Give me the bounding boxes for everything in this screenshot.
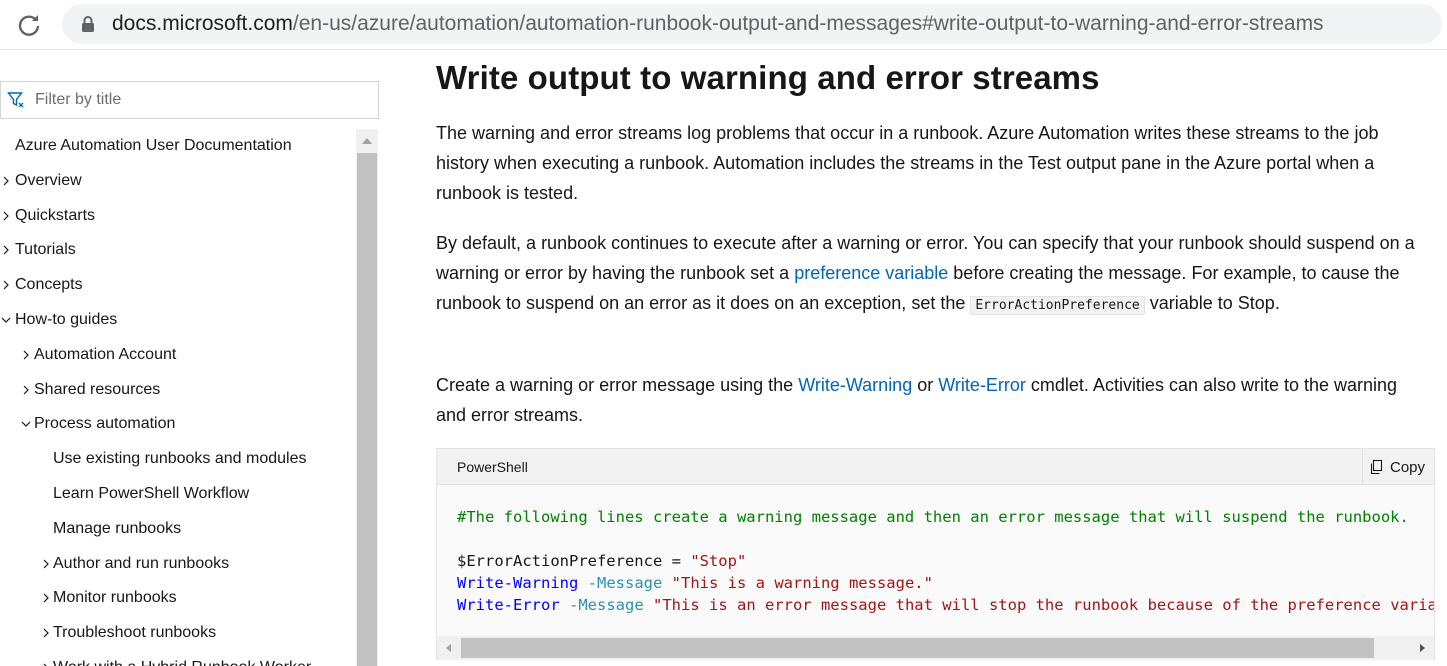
chevron-down-icon[interactable]: [20, 407, 32, 441]
toc-item-label: Shared resources: [34, 380, 161, 398]
scroll-left-arrow-icon[interactable]: [443, 642, 455, 654]
toc-item[interactable]: How-to guides: [0, 303, 356, 337]
copy-button[interactable]: Copy: [1362, 449, 1434, 485]
scroll-thumb[interactable]: [357, 153, 377, 666]
chevron-right-icon[interactable]: [0, 233, 12, 267]
toc-sidebar: Filter by title Azure Automation User Do…: [0, 50, 380, 666]
toc-item-label: Tutorials: [15, 241, 76, 259]
code-content: #The following lines create a warning me…: [457, 506, 1434, 616]
toc-item[interactable]: Work with a Hybrid Runbook Worker: [0, 651, 356, 666]
filter-placeholder: Filter by title: [35, 91, 122, 108]
code-language-label: PowerShell: [457, 459, 528, 475]
toc-item-label: Overview: [15, 171, 82, 189]
toc-item[interactable]: Concepts: [0, 268, 356, 302]
paragraph-streams: The warning and error streams log proble…: [436, 123, 1379, 203]
p3-text-a: Create a warning or error message using …: [436, 375, 799, 395]
toc-item[interactable]: Author and run runbooks: [0, 547, 356, 581]
p3-text-or: or: [912, 375, 939, 395]
code-param-message: -Message: [569, 596, 644, 614]
code-string-warning: "This is a warning message.": [671, 574, 933, 592]
toc-item-label: Learn PowerShell Workflow: [53, 485, 250, 502]
url-text[interactable]: docs.microsoft.com/en-us/azure/automatio…: [112, 12, 1324, 36]
copy-icon: [1370, 459, 1383, 475]
p2-text-c: variable to Stop.: [1144, 293, 1280, 313]
chevron-right-icon[interactable]: [0, 268, 12, 302]
toc-item[interactable]: Learn PowerShell Workflow: [0, 477, 356, 511]
inline-code-erroractionpreference: ErrorActionPreference: [970, 296, 1145, 315]
code-variable: $ErrorActionPreference: [457, 552, 663, 570]
chevron-down-icon[interactable]: [0, 303, 12, 337]
toc-item[interactable]: Use existing runbooks and modules: [0, 442, 356, 476]
code-param-message: -Message: [587, 574, 663, 592]
toc-item[interactable]: Manage runbooks: [0, 512, 356, 546]
code-block-header: PowerShell Copy: [437, 449, 1434, 485]
code-body: #The following lines create a warning me…: [437, 486, 1434, 636]
write-warning-link[interactable]: Write-Warning: [798, 375, 912, 395]
toc-item[interactable]: Automation Account: [0, 338, 356, 372]
code-cmdlet-write-warning: Write-Warning: [457, 574, 579, 592]
write-error-link[interactable]: Write-Error: [938, 375, 1026, 395]
toc-item[interactable]: Monitor runbooks: [0, 581, 356, 615]
chevron-right-icon[interactable]: [20, 373, 32, 407]
toc-item-label: Monitor runbooks: [53, 589, 177, 607]
article-content: Write output to warning and error stream…: [436, 50, 1447, 666]
copy-label: Copy: [1390, 459, 1426, 476]
lock-icon[interactable]: [80, 15, 96, 33]
code-string-error: "This is an error message that will stop…: [653, 596, 1434, 614]
code-operator: =: [662, 552, 691, 570]
url-field[interactable]: docs.microsoft.com/en-us/azure/automatio…: [62, 4, 1442, 44]
toc-item-label: Manage runbooks: [53, 519, 182, 537]
paragraph-create-message: Create a warning or error message using …: [436, 370, 1426, 430]
toc-item-label: How-to guides: [15, 311, 118, 328]
toc-item-label: Use existing runbooks and modules: [53, 450, 307, 468]
toc-item[interactable]: Tutorials: [0, 233, 356, 267]
chevron-right-icon[interactable]: [0, 164, 12, 198]
code-scroll-thumb[interactable]: [461, 638, 1374, 658]
toc-item[interactable]: Quickstarts: [0, 199, 356, 233]
reload-icon[interactable]: [14, 10, 44, 40]
scroll-right-arrow-icon[interactable]: [1416, 642, 1428, 654]
toc-item-label: Work with a Hybrid Runbook Worker: [53, 651, 311, 666]
preference-variable-link[interactable]: preference variable: [794, 263, 948, 283]
chevron-right-icon[interactable]: [20, 338, 32, 372]
url-host: docs.microsoft.com: [112, 12, 293, 35]
code-cmdlet-write-error: Write-Error: [457, 596, 560, 614]
chevron-right-icon[interactable]: [40, 651, 52, 666]
code-comment: #The following lines create a warning me…: [457, 508, 1409, 526]
toc-item[interactable]: Troubleshoot runbooks: [0, 616, 356, 650]
filter-icon: [7, 92, 24, 108]
filter-input[interactable]: Filter by title: [0, 81, 379, 119]
code-block: PowerShell Copy #The following lines cre…: [436, 448, 1435, 660]
chevron-right-icon[interactable]: [40, 616, 52, 650]
toc-scrollbar[interactable]: [356, 129, 378, 666]
section-heading: Write output to warning and error stream…: [436, 59, 1100, 96]
code-horizontal-scrollbar[interactable]: [437, 636, 1434, 660]
toc-item-label: Process automation: [34, 415, 176, 433]
url-path: /en-us/azure/automation/automation-runbo…: [292, 12, 1324, 35]
toc-item-label: Author and run runbooks: [53, 554, 230, 572]
toc-item[interactable]: Shared resources: [0, 373, 356, 407]
chevron-right-icon[interactable]: [0, 199, 12, 233]
toc-list: Azure Automation User Documentation Overv…: [0, 129, 356, 666]
toc-item-label: Automation Account: [34, 345, 177, 363]
scroll-up-arrow-icon[interactable]: [356, 129, 378, 153]
toc-item[interactable]: Overview: [0, 164, 356, 198]
toc-item[interactable]: Azure Automation User Documentation: [0, 129, 356, 163]
toc-item-label: Quickstarts: [15, 206, 96, 224]
toc-item[interactable]: Process automation: [0, 407, 356, 441]
browser-address-bar: docs.microsoft.com/en-us/azure/automatio…: [0, 0, 1447, 50]
code-string-stop: "Stop": [690, 552, 747, 570]
chevron-right-icon[interactable]: [40, 581, 52, 615]
toc-item-label: Troubleshoot runbooks: [53, 624, 217, 642]
paragraph-default-behavior: By default, a runbook continues to execu…: [436, 228, 1426, 321]
toc-item-label: Concepts: [15, 276, 83, 294]
chevron-right-icon[interactable]: [40, 547, 52, 581]
toc-item-label: Azure Automation User Documentation: [15, 137, 292, 154]
